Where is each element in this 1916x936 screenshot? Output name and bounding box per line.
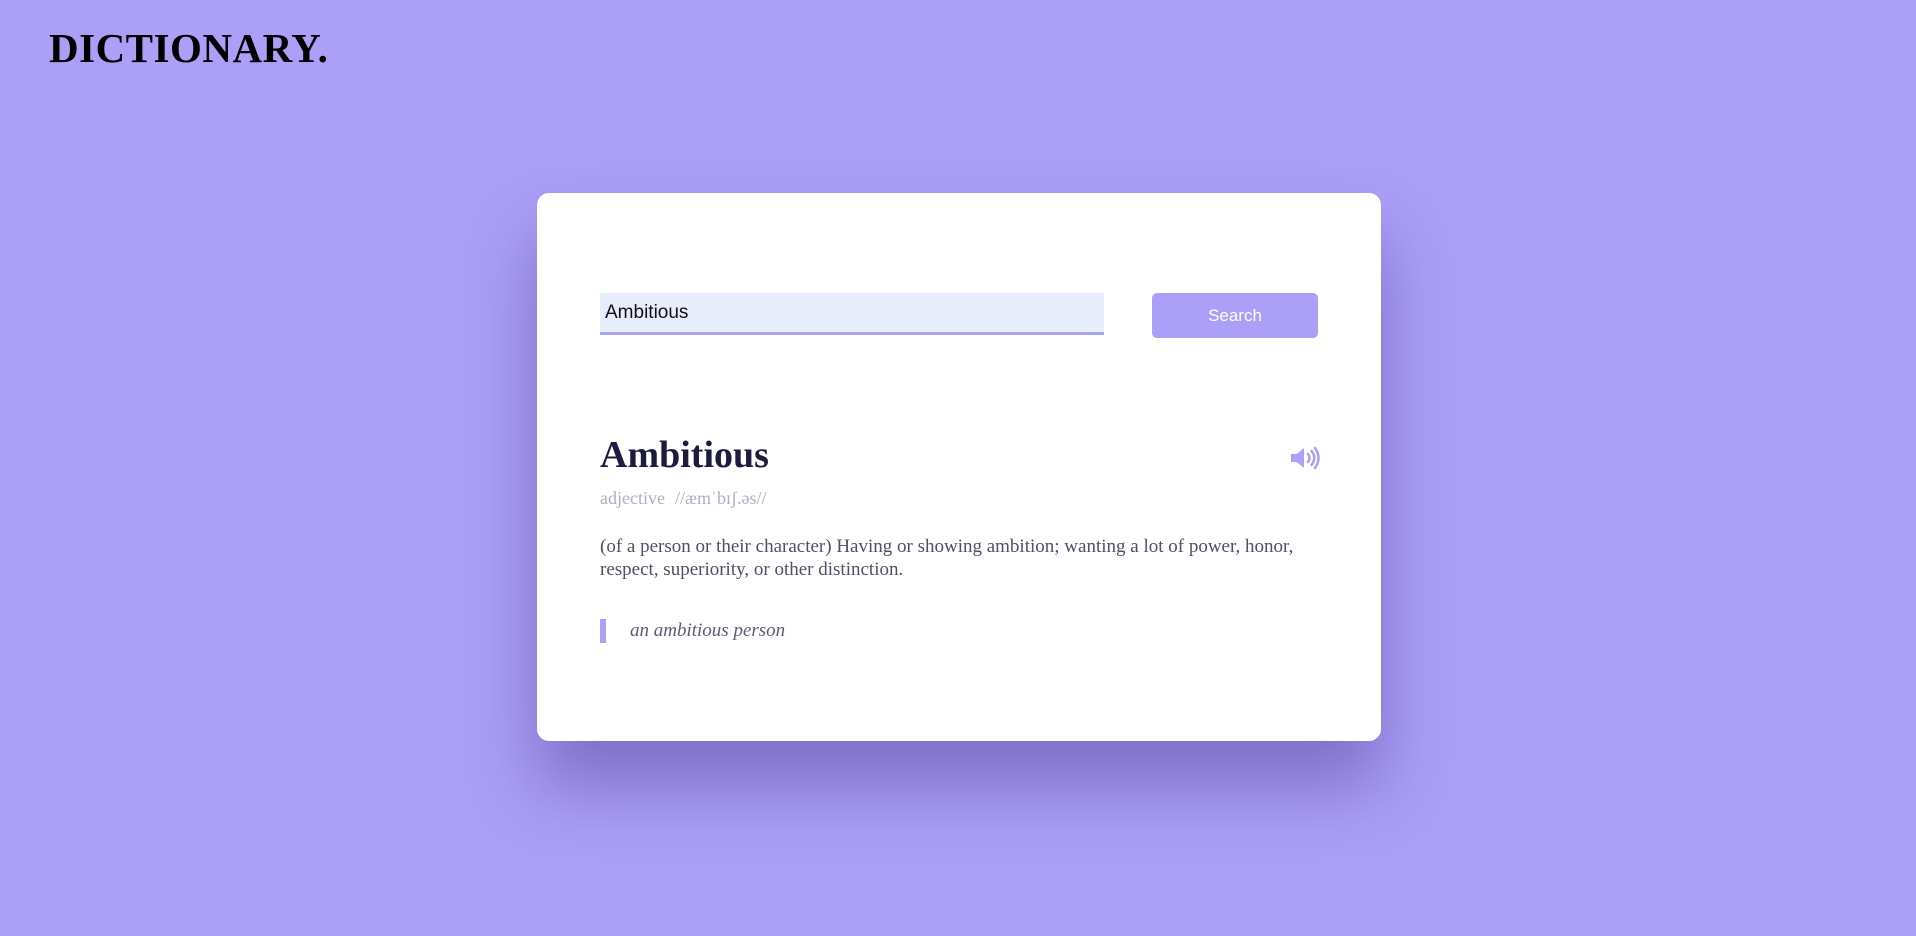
phonetic-text: //æmˈbɪʃ.əs// [674, 488, 767, 508]
speaker-icon[interactable] [1289, 444, 1321, 472]
search-button[interactable]: Search [1152, 293, 1318, 338]
search-input[interactable] [600, 293, 1104, 335]
word-meta: adjective //æmˈbɪʃ.əs// [600, 488, 766, 509]
word-title: Ambitious [600, 434, 769, 476]
example-quote: an ambitious person [600, 619, 785, 643]
definition-text: (of a person or their character) Having … [600, 536, 1294, 580]
part-of-speech: adjective [600, 488, 665, 508]
app-logo-title: DICTIONARY. [49, 25, 329, 71]
dictionary-card: Search Ambitious adjective//æmˈbɪʃ.əs// … [537, 193, 1381, 741]
search-bar: Search [600, 293, 1320, 339]
speaker-icon-graphic [1291, 446, 1320, 470]
